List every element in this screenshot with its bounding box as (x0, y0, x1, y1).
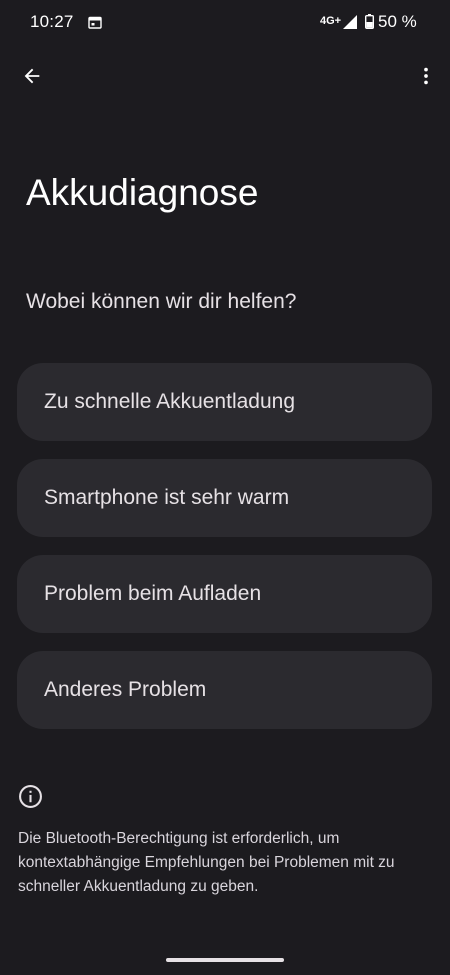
bluetooth-permission-info: Die Bluetooth-Berechtigung ist erforderl… (18, 830, 395, 895)
top-app-bar (0, 52, 450, 100)
more-options-button[interactable] (408, 58, 444, 94)
calendar-icon (88, 16, 102, 29)
status-time: 10:27 (30, 12, 74, 31)
problem-options-list: Zu schnelle Akkuentladung Smartphone ist… (17, 363, 432, 747)
option-label: Problem beim Aufladen (44, 582, 262, 605)
more-vert-icon (424, 67, 428, 85)
arrow-back-icon (24, 68, 40, 84)
option-label: Anderes Problem (44, 678, 207, 701)
help-prompt: Wobei können wir dir helfen? (26, 290, 297, 313)
home-indicator[interactable] (166, 958, 284, 962)
network-type: 4G+ (320, 15, 342, 27)
option-fast-drain[interactable]: Zu schnelle Akkuentladung (17, 363, 432, 441)
status-bar: 10:27 4G+ 50 % (0, 0, 450, 44)
option-phone-warm[interactable]: Smartphone ist sehr warm (17, 459, 432, 537)
option-label: Smartphone ist sehr warm (44, 486, 290, 509)
option-charging-problem[interactable]: Problem beim Aufladen (17, 555, 432, 633)
page-title: Akkudiagnose (26, 172, 259, 213)
option-label: Zu schnelle Akkuentladung (44, 390, 296, 413)
battery-percentage: 50 % (378, 12, 417, 31)
back-button[interactable] (14, 58, 50, 94)
option-other-problem[interactable]: Anderes Problem (17, 651, 432, 729)
battery-icon (365, 14, 374, 29)
info-icon (19, 785, 42, 808)
signal-icon (343, 15, 357, 29)
